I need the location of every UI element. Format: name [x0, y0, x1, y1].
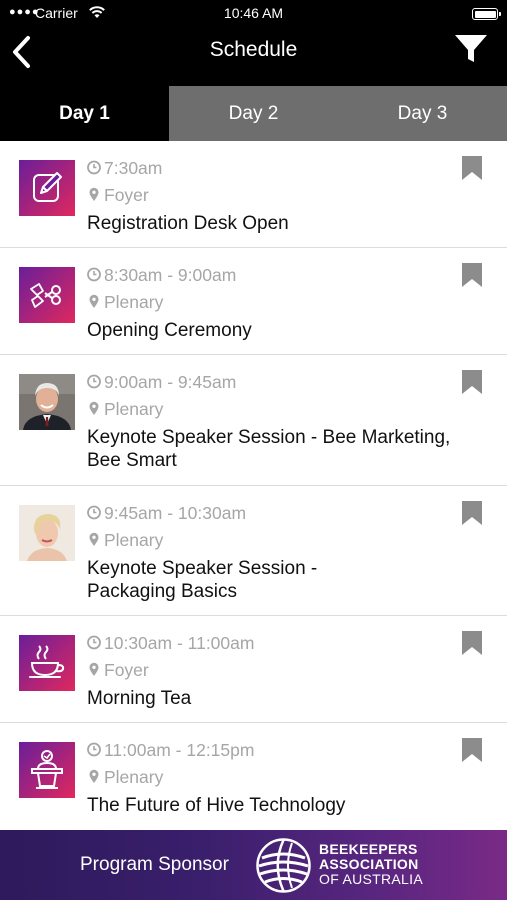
filter-icon[interactable]	[453, 32, 489, 66]
location-pin-icon	[89, 662, 99, 676]
session-item[interactable]: 11:00am - 12:15pm Plenary The Future of …	[0, 723, 507, 830]
session-item[interactable]: 10:30am - 11:00am Foyer Morning Tea	[0, 616, 507, 723]
session-item[interactable]: 9:45am - 10:30am Plenary Keynote Speaker…	[0, 486, 507, 616]
tab-day-1[interactable]: Day 1	[0, 86, 169, 141]
session-list: 7:30am Foyer Registration Desk Open 8:30…	[0, 141, 507, 830]
session-location: Foyer	[87, 185, 149, 206]
bookmark-icon[interactable]	[461, 155, 483, 181]
sponsor-banner[interactable]: Program Sponsor BEEKEEPERS ASSOCIATION O…	[0, 830, 507, 900]
podium-speaker-icon	[19, 742, 75, 798]
session-location: Plenary	[87, 530, 163, 551]
clock-icon	[87, 267, 101, 282]
status-bar: ●●●● Carrier 10:46 AM	[0, 0, 507, 28]
beekeepers-globe-logo-icon	[256, 838, 311, 893]
pencil-edit-icon	[19, 160, 75, 216]
session-time: 10:30am - 11:00am	[87, 633, 254, 654]
session-title: The Future of Hive Technology	[87, 795, 346, 816]
sponsor-label: Program Sponsor	[80, 854, 229, 875]
ribbon-cutting-icon	[19, 267, 75, 323]
bookmark-icon[interactable]	[461, 737, 483, 763]
location-pin-icon	[89, 187, 99, 201]
clock-icon	[87, 742, 101, 757]
clock: 10:46 AM	[223, 5, 284, 21]
session-title: Opening Ceremony	[87, 320, 252, 341]
nav-bar: Schedule	[0, 28, 507, 86]
sponsor-org-name: BEEKEEPERS ASSOCIATION OF AUSTRALIA	[319, 841, 423, 887]
session-title: Morning Tea	[87, 688, 192, 709]
tab-day-2[interactable]: Day 2	[169, 86, 338, 141]
clock-icon	[87, 374, 101, 389]
session-time: 8:30am - 9:00am	[87, 265, 236, 286]
session-time: 9:45am - 10:30am	[87, 503, 246, 524]
bookmark-icon[interactable]	[461, 500, 483, 526]
page-title: Schedule	[209, 38, 298, 61]
bookmark-icon[interactable]	[461, 630, 483, 656]
bookmark-icon[interactable]	[461, 369, 483, 395]
location-pin-icon	[89, 769, 99, 783]
session-item[interactable]: 7:30am Foyer Registration Desk Open	[0, 141, 507, 248]
coffee-cup-icon	[19, 635, 75, 691]
speaker-photo-man	[19, 374, 75, 430]
location-pin-icon	[89, 532, 99, 546]
session-item[interactable]: 9:00am - 9:45am Plenary Keynote Speaker …	[0, 355, 507, 486]
session-item[interactable]: 8:30am - 9:00am Plenary Opening Ceremony	[0, 248, 507, 355]
session-location: Plenary	[87, 399, 163, 420]
session-time: 9:00am - 9:45am	[87, 372, 236, 393]
session-time: 7:30am	[87, 158, 162, 179]
session-location: Plenary	[87, 767, 163, 788]
session-title: Keynote Speaker Session - Packaging Basi…	[87, 558, 318, 602]
tab-day-3[interactable]: Day 3	[338, 86, 507, 141]
location-pin-icon	[89, 294, 99, 308]
session-title: Keynote Speaker Session - Bee Marketing,…	[87, 427, 451, 471]
clock-icon	[87, 160, 101, 175]
location-pin-icon	[89, 401, 99, 415]
battery-icon	[472, 8, 501, 20]
day-tabs: Day 1 Day 2 Day 3	[0, 86, 507, 141]
bookmark-icon[interactable]	[461, 262, 483, 288]
session-location: Plenary	[87, 292, 163, 313]
clock-icon	[87, 505, 101, 520]
clock-icon	[87, 635, 101, 650]
speaker-photo-woman	[19, 505, 75, 561]
session-title: Registration Desk Open	[87, 213, 289, 234]
session-location: Foyer	[87, 660, 149, 681]
session-time: 11:00am - 12:15pm	[87, 740, 254, 761]
